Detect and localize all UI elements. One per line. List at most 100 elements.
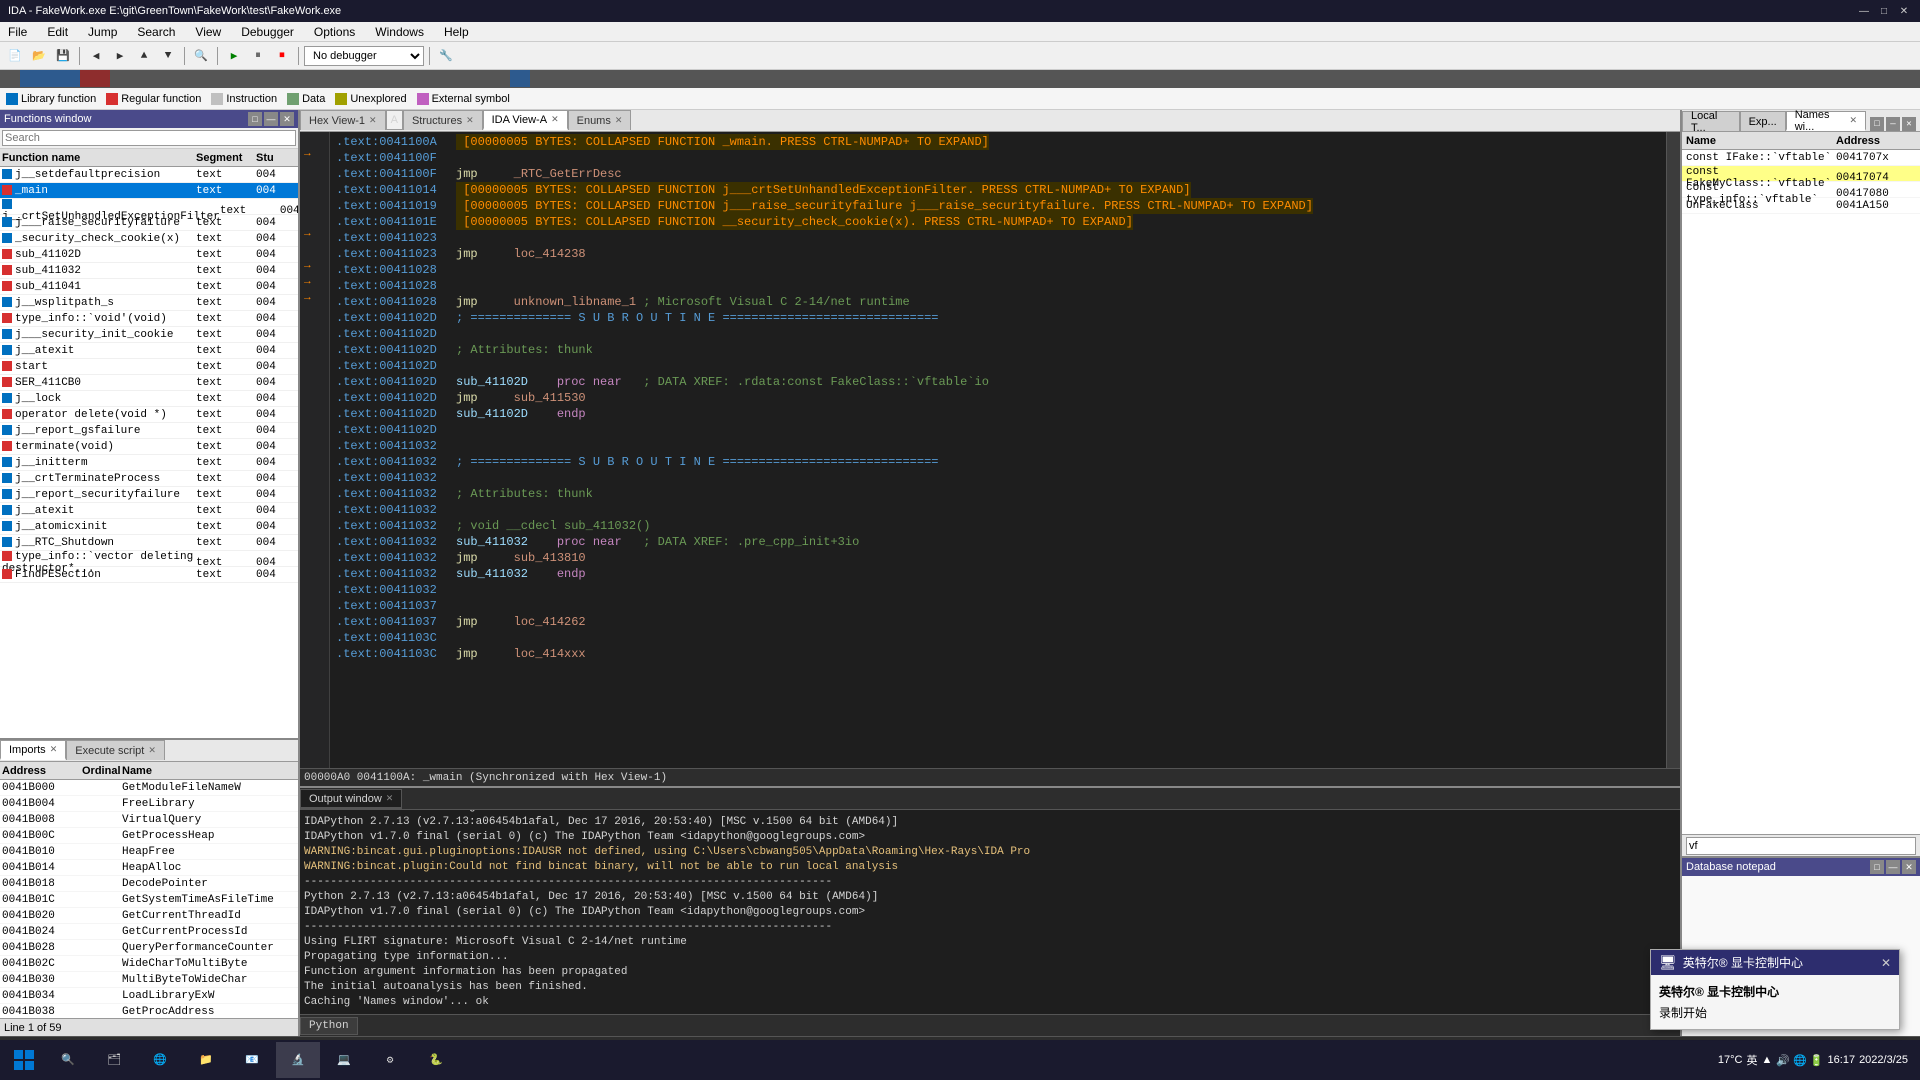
func-row[interactable]: sub_411041 text 004 [0,279,298,295]
panel-min-btn[interactable]: — [264,112,278,126]
listing-row[interactable]: .text:00411019 [00000005 BYTES: COLLAPSE… [332,198,1664,214]
notepad-float-btn[interactable]: □ [1870,860,1884,874]
func-list[interactable]: j__setdefaultprecision text 004 _main te… [0,167,298,738]
listing-row[interactable]: .text:0041100A [00000005 BYTES: COLLAPSE… [332,134,1664,150]
imports-row[interactable]: 0041B000GetModuleFileNameW [0,780,298,796]
menu-options[interactable]: Options [310,23,359,41]
listing-row[interactable]: .text:0041100F jmp _RTC_GetErrDesc [332,166,1664,182]
tab-imports[interactable]: Imports ✕ [0,740,66,760]
imports-row[interactable]: 0041B020GetCurrentThreadId [0,908,298,924]
debugger-select[interactable]: No debugger [304,46,424,66]
func-row[interactable]: j___security_init_cookie text 004 [0,327,298,343]
listing-row[interactable]: .text:0041103C [332,630,1664,646]
tab-imports-close[interactable]: ✕ [50,744,58,755]
listing-row[interactable]: .text:00411032sub_411032 proc near ; DAT… [332,534,1664,550]
tab-enums-close[interactable]: ✕ [615,115,623,126]
listing-row[interactable]: .text:0041102Dsub_41102D endp [332,406,1664,422]
names-min-btn[interactable]: — [1886,117,1900,131]
listing-row[interactable]: .text:00411032 [332,470,1664,486]
listing-row[interactable]: .text:0041102D; Attributes: thunk [332,342,1664,358]
func-row[interactable]: j__wsplitpath_s text 004 [0,295,298,311]
func-row[interactable]: start text 004 [0,359,298,375]
func-row[interactable]: sub_411032 text 004 [0,263,298,279]
func-row[interactable]: j__atomicxinit text 004 [0,519,298,535]
taskbar-app-2[interactable]: 📁 [184,1042,228,1078]
func-row[interactable]: _security_check_cookie(x) text 004 [0,231,298,247]
imports-row[interactable]: 0041B00CGetProcessHeap [0,828,298,844]
listing-row[interactable]: .text:00411032; Attributes: thunk [332,486,1664,502]
toolbar-up[interactable]: ▲ [133,45,155,67]
taskbar-start-btn[interactable] [4,1042,44,1078]
func-row[interactable]: j__lock text 004 [0,391,298,407]
listing-row[interactable]: .text:0041102D [332,422,1664,438]
listing-scroll-area[interactable]: .text:0041100A [00000005 BYTES: COLLAPSE… [330,132,1666,768]
tab-output[interactable]: Output window ✕ [300,789,402,809]
output-content[interactable]: [info] Done...IDA is analysing the input… [300,810,1680,1014]
taskbar-app-ida[interactable]: 🔬 [276,1042,320,1078]
taskbar-app-3[interactable]: 📧 [230,1042,274,1078]
toolbar-stop[interactable]: ⏹ [271,45,293,67]
listing-row[interactable]: .text:00411028 jmp unknown_libname_1 ; M… [332,294,1664,310]
listing-row[interactable]: .text:00411032; void __cdecl sub_411032(… [332,518,1664,534]
listing-row[interactable]: .text:00411023 jmp loc_414238 [332,246,1664,262]
names-row[interactable]: const FakeMyClass::`vftable`00417074 [1682,166,1920,182]
tab-python[interactable]: Python [300,1017,358,1035]
taskbar-app-1[interactable]: 🌐 [138,1042,182,1078]
names-close-btn[interactable]: ✕ [1902,117,1916,131]
taskbar-task-view[interactable]: 🗂 [92,1042,136,1078]
imports-row[interactable]: 0041B010HeapFree [0,844,298,860]
imports-row[interactable]: 0041B038GetProcAddress [0,1004,298,1018]
func-search-input[interactable] [2,130,296,146]
toolbar-pause[interactable]: ⏸ [247,45,269,67]
menu-jump[interactable]: Jump [84,23,121,41]
tab-execute-close[interactable]: ✕ [148,745,156,756]
tab-ida-view[interactable]: IDA View-A ✕ [483,110,568,130]
func-row[interactable]: type_info::`vector deleting destructor*.… [0,551,298,567]
imports-row[interactable]: 0041B01CGetSystemTimeAsFileTime [0,892,298,908]
maximize-button[interactable]: □ [1876,3,1892,19]
notepad-min-btn[interactable]: — [1886,860,1900,874]
names-row[interactable]: UnFakeClass0041A150 [1682,198,1920,214]
close-button[interactable]: ✕ [1896,3,1912,19]
panel-float-btn[interactable]: □ [248,112,262,126]
minimize-button[interactable]: — [1856,3,1872,19]
toolbar-fwd[interactable]: ▶ [109,45,131,67]
tab-structures-close[interactable]: ✕ [466,115,474,126]
taskbar-search-btn[interactable]: 🔍 [46,1042,90,1078]
imports-row[interactable]: 0041B008VirtualQuery [0,812,298,828]
toolbar-back[interactable]: ◀ [85,45,107,67]
toolbar-down[interactable]: ▼ [157,45,179,67]
imports-row[interactable]: 0041B030MultiByteToWideChar [0,972,298,988]
notepad-close-btn[interactable]: ✕ [1902,860,1916,874]
menu-edit[interactable]: Edit [43,23,72,41]
func-row[interactable]: j__crtTerminateProcess text 004 [0,471,298,487]
menu-windows[interactable]: Windows [371,23,428,41]
func-row[interactable]: type_info::`void'(void) text 004 [0,311,298,327]
listing-row[interactable]: .text:0041101E [00000005 BYTES: COLLAPSE… [332,214,1664,230]
names-search-input[interactable] [1686,837,1916,855]
imports-row[interactable]: 0041B028QueryPerformanceCounter [0,940,298,956]
listing-row[interactable]: .text:0041102Dsub_41102D proc near ; DAT… [332,374,1664,390]
tab-names-wi[interactable]: Names wi... ✕ [1786,111,1866,131]
names-row[interactable]: const type_info::`vftable`00417080 [1682,182,1920,198]
toolbar-search[interactable]: 🔍 [190,45,212,67]
listing-row[interactable]: .text:00411028 [332,278,1664,294]
menu-view[interactable]: View [191,23,225,41]
listing-row[interactable]: .text:00411032 [332,502,1664,518]
listing-row[interactable]: .text:00411014 [00000005 BYTES: COLLAPSE… [332,182,1664,198]
listing-row[interactable]: .text:0041102D jmp sub_411530 [332,390,1664,406]
listing-row[interactable]: .text:00411032 jmp sub_413810 [332,550,1664,566]
tab-local-t[interactable]: Local T... [1682,111,1740,131]
listing-row[interactable]: .text:00411023 [332,230,1664,246]
tray-up-icon[interactable]: ▲ [1761,1054,1772,1066]
func-row[interactable]: sub_41102D text 004 [0,247,298,263]
panel-close-btn[interactable]: ✕ [280,112,294,126]
tab-enums[interactable]: Enums ✕ [568,110,632,130]
listing-row[interactable]: .text:0041102D [332,326,1664,342]
names-row[interactable]: const IFake::`vftable`0041707x [1682,150,1920,166]
func-row[interactable]: j__report_gsfailure text 004 [0,423,298,439]
notif-close-btn[interactable]: ✕ [1881,956,1891,970]
taskbar-app-6[interactable]: ⚙ [368,1042,412,1078]
tab-names-close[interactable]: ✕ [1849,115,1857,126]
listing-row[interactable]: .text:00411032 [332,438,1664,454]
